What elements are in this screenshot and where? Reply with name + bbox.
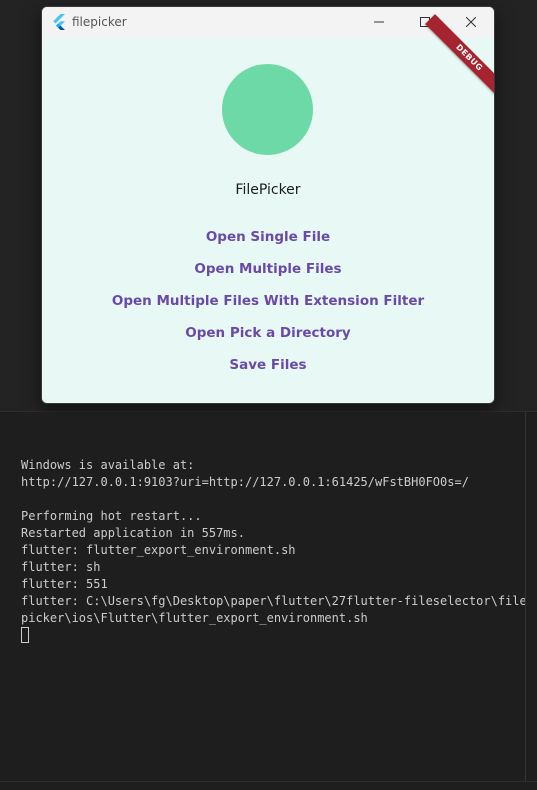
terminal-line: Performing hot restart...	[21, 509, 202, 523]
terminal-scrollbar[interactable]	[525, 412, 526, 782]
terminal-line: picker\ios\Flutter\flutter_export_enviro…	[21, 611, 368, 625]
terminal-line: http://127.0.0.1:9103?uri=http://127.0.0…	[21, 475, 469, 489]
terminal-panel[interactable]: Windows is available at: http://127.0.0.…	[0, 412, 527, 782]
open-single-file-button[interactable]: Open Single File	[42, 229, 494, 245]
avatar	[222, 64, 313, 155]
terminal-line: flutter: 551	[21, 577, 108, 591]
terminal-cursor[interactable]	[21, 627, 29, 643]
window-title: filepicker	[72, 15, 127, 29]
app-name-label: FilePicker	[235, 182, 301, 198]
open-multiple-files-button[interactable]: Open Multiple Files	[42, 261, 494, 277]
terminal-bottom-border	[0, 781, 537, 782]
close-icon	[466, 17, 476, 27]
save-files-button[interactable]: Save Files	[42, 357, 494, 373]
terminal-output: Windows is available at: http://127.0.0.…	[21, 457, 527, 645]
terminal-line: flutter: C:\Users\fg\Desktop\paper\flutt…	[21, 594, 527, 608]
minimize-button[interactable]	[356, 7, 402, 37]
open-pick-directory-button[interactable]: Open Pick a Directory	[42, 325, 494, 341]
terminal-line: flutter: sh	[21, 560, 101, 574]
flutter-logo-icon	[52, 14, 66, 30]
app-window: filepicker DEBUG FilePicker Open Single …	[41, 6, 495, 404]
close-button[interactable]	[448, 7, 494, 37]
terminal-line: Windows is available at:	[21, 458, 195, 472]
terminal-line: Restarted application in 557ms.	[21, 526, 245, 540]
open-multiple-files-with-extension-filter-button[interactable]: Open Multiple Files With Extension Filte…	[42, 293, 494, 309]
app-content: DEBUG FilePicker Open Single File Open M…	[42, 14, 494, 403]
minimize-icon	[374, 17, 384, 27]
terminal-line: flutter: flutter_export_environment.sh	[21, 543, 296, 557]
